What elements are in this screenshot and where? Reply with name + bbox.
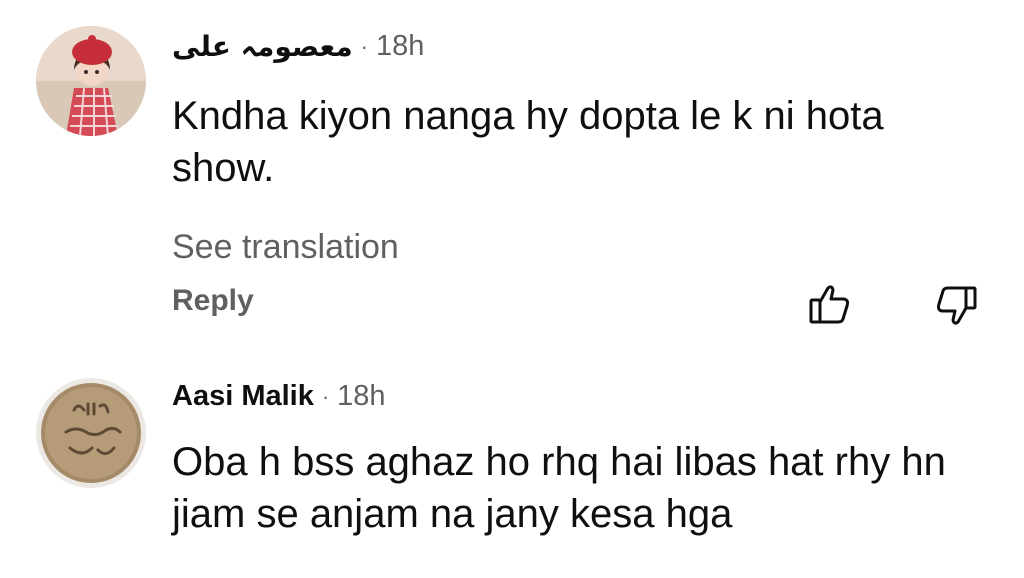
comment-header: معصومہ علی · 18h [172, 32, 424, 61]
doll-avatar-icon[interactable] [36, 26, 146, 136]
comment-time: 18h [337, 380, 386, 412]
separator-dot: · [321, 383, 330, 409]
coin-avatar-icon[interactable] [36, 378, 146, 488]
comment-header: Aasi Malik · 18h [172, 382, 386, 411]
comment-text: Kndha kiyon nanga hy dopta le k ni hota … [172, 94, 884, 190]
author-name[interactable]: Aasi Malik [172, 382, 314, 411]
separator-dot: · [360, 33, 368, 59]
thumbs-down-icon[interactable] [932, 282, 980, 330]
comment-time: 18h [376, 30, 425, 62]
comment-text: Oba h bss aghaz ho rhq hai libas hat rhy… [172, 440, 946, 536]
thumbs-up-icon[interactable] [806, 280, 854, 328]
see-translation-link[interactable]: See translation [172, 228, 399, 267]
author-name[interactable]: معصومہ علی [172, 32, 353, 61]
reply-button[interactable]: Reply [172, 284, 254, 318]
